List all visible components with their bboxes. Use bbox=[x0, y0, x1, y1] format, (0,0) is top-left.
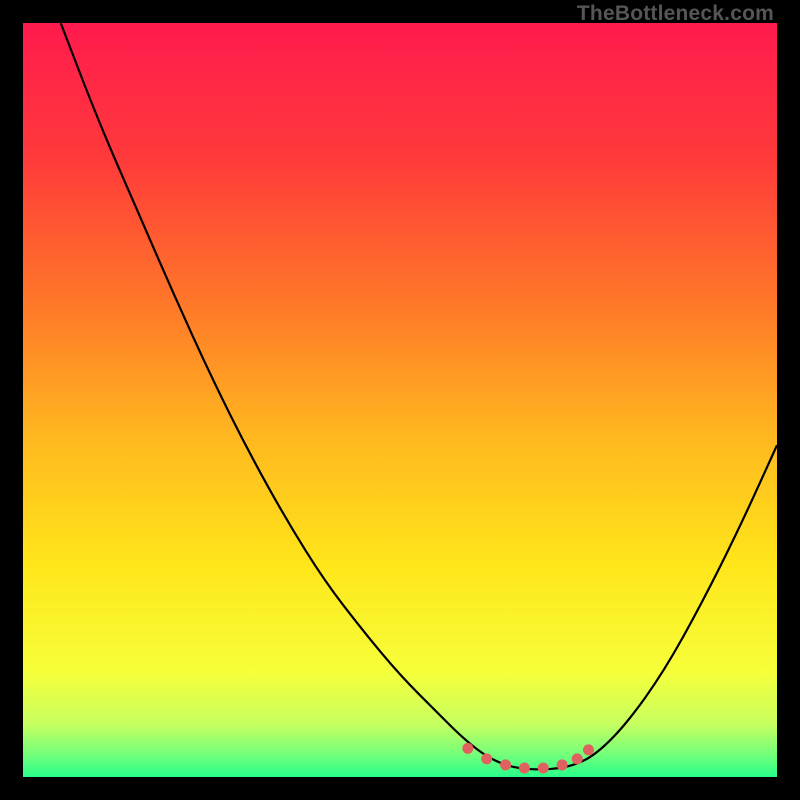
bottleneck-chart bbox=[23, 23, 777, 777]
watermark-text: TheBottleneck.com bbox=[577, 2, 774, 26]
optimal-marker bbox=[538, 762, 549, 773]
optimal-marker bbox=[572, 753, 583, 764]
optimal-marker bbox=[583, 744, 594, 755]
optimal-marker bbox=[500, 759, 511, 770]
optimal-marker bbox=[481, 753, 492, 764]
optimal-marker bbox=[462, 743, 473, 754]
optimal-marker bbox=[519, 762, 530, 773]
chart-frame bbox=[23, 23, 777, 777]
gradient-background bbox=[23, 23, 777, 777]
optimal-marker bbox=[557, 759, 568, 770]
